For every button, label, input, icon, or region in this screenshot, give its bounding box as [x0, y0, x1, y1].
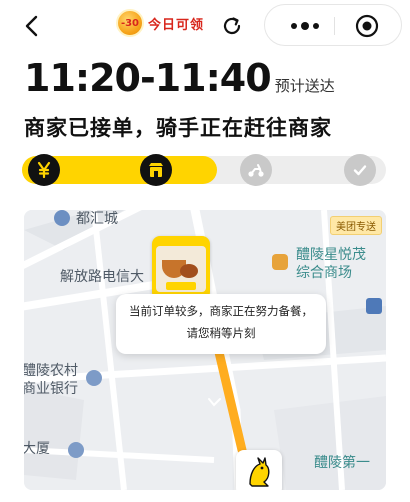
- yen-icon: [37, 161, 51, 179]
- map-label-bank-2: 商业银行: [24, 381, 78, 397]
- order-status: 商家已接单，骑手正在赶往商家: [24, 116, 332, 140]
- merchant-photo: [156, 246, 206, 292]
- building-poi-icon-2: [68, 442, 84, 458]
- eta-row: 11:20-11:40 预计送达: [24, 56, 335, 102]
- check-icon: [353, 165, 367, 176]
- brand-tag: 美团专送: [330, 216, 382, 235]
- scooter-icon: [248, 164, 264, 177]
- shopping-poi-icon: [272, 254, 288, 270]
- map-label-jiefang-road: 解放路电信大: [60, 269, 144, 285]
- top-bar: -30 今日可领: [0, 0, 410, 50]
- coupon-badge: -30: [116, 9, 144, 37]
- bank-poi-icon: [86, 370, 102, 386]
- close-button[interactable]: [355, 14, 379, 38]
- map-label-first: 醴陵第一: [314, 455, 370, 471]
- chevron-left-icon: [25, 15, 38, 37]
- merchant-tooltip: 当前订单较多，商家正在努力备餐，请您稍等片刻: [116, 294, 326, 354]
- building-poi-icon: [54, 210, 70, 226]
- more-dots-icon: [291, 22, 319, 30]
- food-dish-icon: [180, 264, 198, 278]
- map-label-building: 大厦: [24, 441, 50, 457]
- map-label-xingyue-2: 综合商场: [296, 265, 352, 281]
- delivery-map[interactable]: 美团专送 都汇城 解放路电信大 醴陵星悦茂 综合商场 醴陵农村 商业银行 大厦 …: [24, 210, 386, 490]
- more-button[interactable]: [285, 15, 325, 37]
- refresh-button[interactable]: [220, 14, 244, 38]
- merchant-marker[interactable]: [152, 236, 210, 300]
- capsule-divider: [334, 17, 335, 35]
- merchant-tag: [166, 282, 196, 290]
- step-rider: [240, 154, 272, 186]
- order-progress: [22, 152, 386, 188]
- kangaroo-icon: [249, 457, 270, 487]
- step-paid: [28, 154, 60, 186]
- coupon-entry[interactable]: -30 今日可领: [116, 8, 206, 38]
- back-button[interactable]: [18, 12, 46, 40]
- mini-program-capsule: [264, 4, 402, 46]
- bus-stop-icon: [366, 298, 382, 314]
- store-icon: [149, 163, 163, 177]
- map-label-duhuicheng: 都汇城: [76, 211, 118, 227]
- eta-label: 预计送达: [274, 77, 335, 95]
- rider-marker[interactable]: [236, 450, 282, 490]
- target-close-icon: [355, 14, 379, 38]
- map-label-xingyue-1: 醴陵星悦茂: [296, 247, 366, 263]
- coupon-label: 今日可领: [148, 18, 205, 33]
- step-merchant: [140, 154, 172, 186]
- map-label-bank-1: 醴陵农村: [24, 363, 78, 379]
- refresh-icon: [223, 17, 241, 35]
- step-delivered: [344, 154, 376, 186]
- eta-time: 11:20-11:40: [24, 56, 272, 100]
